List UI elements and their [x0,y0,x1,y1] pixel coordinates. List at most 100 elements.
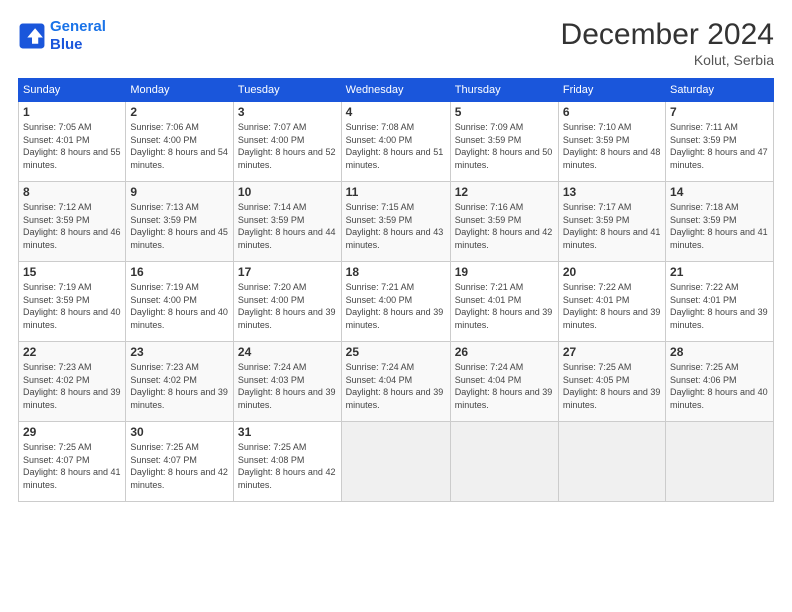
empty-cell [558,422,665,502]
day-cell-4: 4 Sunrise: 7:08 AM Sunset: 4:00 PM Dayli… [341,102,450,182]
empty-cell [450,422,558,502]
day-cell-14: 14 Sunrise: 7:18 AM Sunset: 3:59 PM Dayl… [666,182,774,262]
day-info: Sunrise: 7:17 AM Sunset: 3:59 PM Dayligh… [563,201,661,251]
week-row-0: 1 Sunrise: 7:05 AM Sunset: 4:01 PM Dayli… [19,102,774,182]
day-info: Sunrise: 7:15 AM Sunset: 3:59 PM Dayligh… [346,201,446,251]
month-title: December 2024 [561,18,774,52]
day-info: Sunrise: 7:08 AM Sunset: 4:00 PM Dayligh… [346,121,446,171]
location: Kolut, Serbia [561,52,774,68]
day-info: Sunrise: 7:21 AM Sunset: 4:01 PM Dayligh… [455,281,554,331]
day-cell-30: 30 Sunrise: 7:25 AM Sunset: 4:07 PM Dayl… [126,422,234,502]
empty-cell [341,422,450,502]
calendar-table: Sunday Monday Tuesday Wednesday Thursday… [18,78,774,502]
week-row-1: 8 Sunrise: 7:12 AM Sunset: 3:59 PM Dayli… [19,182,774,262]
day-number: 17 [238,265,337,279]
day-cell-19: 19 Sunrise: 7:21 AM Sunset: 4:01 PM Dayl… [450,262,558,342]
day-info: Sunrise: 7:25 AM Sunset: 4:06 PM Dayligh… [670,361,769,411]
day-cell-23: 23 Sunrise: 7:23 AM Sunset: 4:02 PM Dayl… [126,342,234,422]
day-number: 2 [130,105,229,119]
week-row-4: 29 Sunrise: 7:25 AM Sunset: 4:07 PM Dayl… [19,422,774,502]
col-saturday: Saturday [666,79,774,102]
day-info: Sunrise: 7:25 AM Sunset: 4:07 PM Dayligh… [23,441,121,491]
day-cell-5: 5 Sunrise: 7:09 AM Sunset: 3:59 PM Dayli… [450,102,558,182]
day-cell-21: 21 Sunrise: 7:22 AM Sunset: 4:01 PM Dayl… [666,262,774,342]
header: General Blue December 2024 Kolut, Serbia [18,18,774,68]
col-monday: Monday [126,79,234,102]
day-cell-27: 27 Sunrise: 7:25 AM Sunset: 4:05 PM Dayl… [558,342,665,422]
day-info: Sunrise: 7:22 AM Sunset: 4:01 PM Dayligh… [670,281,769,331]
day-number: 23 [130,345,229,359]
day-number: 26 [455,345,554,359]
day-info: Sunrise: 7:19 AM Sunset: 3:59 PM Dayligh… [23,281,121,331]
day-number: 3 [238,105,337,119]
day-info: Sunrise: 7:20 AM Sunset: 4:00 PM Dayligh… [238,281,337,331]
title-block: December 2024 Kolut, Serbia [561,18,774,68]
day-info: Sunrise: 7:13 AM Sunset: 3:59 PM Dayligh… [130,201,229,251]
day-number: 24 [238,345,337,359]
day-info: Sunrise: 7:25 AM Sunset: 4:08 PM Dayligh… [238,441,337,491]
day-number: 30 [130,425,229,439]
day-cell-6: 6 Sunrise: 7:10 AM Sunset: 3:59 PM Dayli… [558,102,665,182]
week-row-3: 22 Sunrise: 7:23 AM Sunset: 4:02 PM Dayl… [19,342,774,422]
day-info: Sunrise: 7:21 AM Sunset: 4:00 PM Dayligh… [346,281,446,331]
col-wednesday: Wednesday [341,79,450,102]
day-info: Sunrise: 7:24 AM Sunset: 4:04 PM Dayligh… [455,361,554,411]
day-number: 9 [130,185,229,199]
col-thursday: Thursday [450,79,558,102]
day-info: Sunrise: 7:25 AM Sunset: 4:05 PM Dayligh… [563,361,661,411]
day-number: 5 [455,105,554,119]
day-info: Sunrise: 7:06 AM Sunset: 4:00 PM Dayligh… [130,121,229,171]
week-row-2: 15 Sunrise: 7:19 AM Sunset: 3:59 PM Dayl… [19,262,774,342]
day-cell-15: 15 Sunrise: 7:19 AM Sunset: 3:59 PM Dayl… [19,262,126,342]
day-number: 12 [455,185,554,199]
day-number: 31 [238,425,337,439]
day-info: Sunrise: 7:10 AM Sunset: 3:59 PM Dayligh… [563,121,661,171]
day-number: 4 [346,105,446,119]
day-number: 21 [670,265,769,279]
day-number: 10 [238,185,337,199]
day-number: 25 [346,345,446,359]
day-number: 22 [23,345,121,359]
day-cell-1: 1 Sunrise: 7:05 AM Sunset: 4:01 PM Dayli… [19,102,126,182]
day-cell-9: 9 Sunrise: 7:13 AM Sunset: 3:59 PM Dayli… [126,182,234,262]
col-sunday: Sunday [19,79,126,102]
day-cell-2: 2 Sunrise: 7:06 AM Sunset: 4:00 PM Dayli… [126,102,234,182]
day-number: 14 [670,185,769,199]
day-info: Sunrise: 7:19 AM Sunset: 4:00 PM Dayligh… [130,281,229,331]
day-info: Sunrise: 7:12 AM Sunset: 3:59 PM Dayligh… [23,201,121,251]
header-row: Sunday Monday Tuesday Wednesday Thursday… [19,79,774,102]
day-number: 7 [670,105,769,119]
calendar-body: 1 Sunrise: 7:05 AM Sunset: 4:01 PM Dayli… [19,102,774,502]
day-cell-8: 8 Sunrise: 7:12 AM Sunset: 3:59 PM Dayli… [19,182,126,262]
day-info: Sunrise: 7:16 AM Sunset: 3:59 PM Dayligh… [455,201,554,251]
day-info: Sunrise: 7:11 AM Sunset: 3:59 PM Dayligh… [670,121,769,171]
day-info: Sunrise: 7:09 AM Sunset: 3:59 PM Dayligh… [455,121,554,171]
day-cell-24: 24 Sunrise: 7:24 AM Sunset: 4:03 PM Dayl… [233,342,341,422]
day-cell-17: 17 Sunrise: 7:20 AM Sunset: 4:00 PM Dayl… [233,262,341,342]
day-cell-22: 22 Sunrise: 7:23 AM Sunset: 4:02 PM Dayl… [19,342,126,422]
day-number: 15 [23,265,121,279]
day-info: Sunrise: 7:18 AM Sunset: 3:59 PM Dayligh… [670,201,769,251]
day-cell-25: 25 Sunrise: 7:24 AM Sunset: 4:04 PM Dayl… [341,342,450,422]
day-number: 29 [23,425,121,439]
calendar-page: General Blue December 2024 Kolut, Serbia… [0,0,792,612]
logo-text: General Blue [50,18,106,54]
day-info: Sunrise: 7:25 AM Sunset: 4:07 PM Dayligh… [130,441,229,491]
day-number: 27 [563,345,661,359]
day-info: Sunrise: 7:24 AM Sunset: 4:03 PM Dayligh… [238,361,337,411]
day-number: 8 [23,185,121,199]
day-number: 16 [130,265,229,279]
day-number: 1 [23,105,121,119]
day-cell-26: 26 Sunrise: 7:24 AM Sunset: 4:04 PM Dayl… [450,342,558,422]
day-cell-11: 11 Sunrise: 7:15 AM Sunset: 3:59 PM Dayl… [341,182,450,262]
day-cell-3: 3 Sunrise: 7:07 AM Sunset: 4:00 PM Dayli… [233,102,341,182]
day-cell-28: 28 Sunrise: 7:25 AM Sunset: 4:06 PM Dayl… [666,342,774,422]
logo: General Blue [18,18,106,54]
day-info: Sunrise: 7:14 AM Sunset: 3:59 PM Dayligh… [238,201,337,251]
col-friday: Friday [558,79,665,102]
day-info: Sunrise: 7:05 AM Sunset: 4:01 PM Dayligh… [23,121,121,171]
day-info: Sunrise: 7:24 AM Sunset: 4:04 PM Dayligh… [346,361,446,411]
day-cell-7: 7 Sunrise: 7:11 AM Sunset: 3:59 PM Dayli… [666,102,774,182]
day-cell-10: 10 Sunrise: 7:14 AM Sunset: 3:59 PM Dayl… [233,182,341,262]
day-number: 28 [670,345,769,359]
